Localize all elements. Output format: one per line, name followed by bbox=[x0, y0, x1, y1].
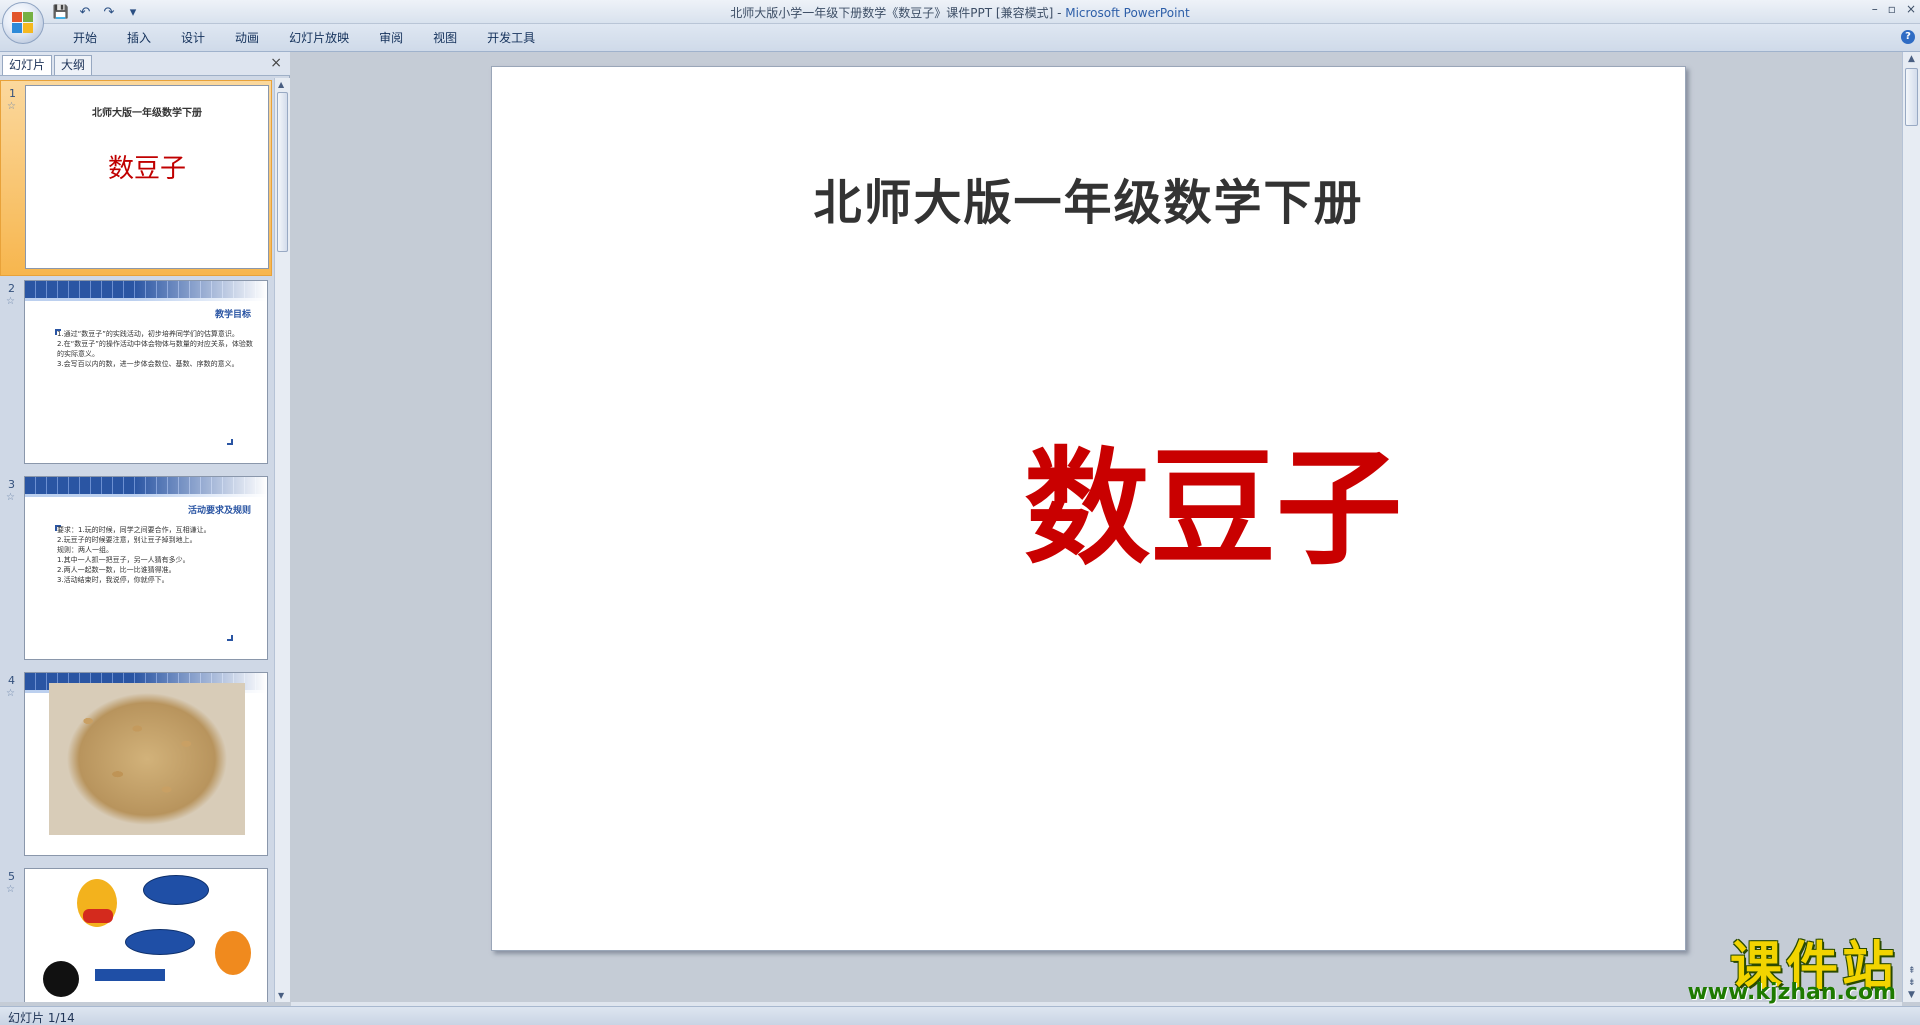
mickey-image bbox=[43, 961, 79, 997]
tigger-image bbox=[215, 931, 251, 975]
slide-thumbnail[interactable]: 教学目标 1.通过“数豆子”的实践活动，初步培养同学们的估算意识。 2.在“数豆… bbox=[24, 280, 268, 464]
thumb-line: 2.玩豆子的时候要注意，别让豆子掉到地上。 bbox=[57, 536, 197, 544]
animation-star-icon: ☆ bbox=[7, 101, 16, 112]
thumbnail-row[interactable]: 2 ☆ 教学目标 1.通过“数豆子”的实践活动，初步培养同学们的估算意识。 2.… bbox=[0, 276, 272, 472]
pooh-shirt-image bbox=[83, 909, 113, 923]
slide-main-text[interactable]: 数豆子 bbox=[492, 407, 1402, 589]
tab-review[interactable]: 审阅 bbox=[364, 29, 418, 47]
slide-number: 2 bbox=[8, 282, 15, 295]
thumb-line: 3.活动结束时，我说停，你就停下。 bbox=[57, 576, 169, 584]
next-slide-icon[interactable]: ⇟ bbox=[1908, 978, 1916, 988]
restore-button[interactable]: ▫ bbox=[1888, 2, 1896, 16]
slide-number: 3 bbox=[8, 478, 15, 491]
slide-number: 5 bbox=[8, 870, 15, 883]
current-slide[interactable]: 北师大版一年级数学下册 数豆子 bbox=[491, 66, 1686, 951]
title-bar: 💾 ↶ ↷ ▾ 北师大版小学一年级下册数学《数豆子》课件PPT [兼容模式] -… bbox=[0, 0, 1920, 24]
slide-thumbnail[interactable]: 活动要求及规则 要求：1.玩的时候，同学之间要合作，互相谦让。 2.玩豆子的时候… bbox=[24, 476, 268, 660]
watermark-url: www.kjzhan.com bbox=[1687, 980, 1896, 1005]
animation-star-icon: ☆ bbox=[6, 884, 15, 895]
close-button[interactable]: × bbox=[1906, 2, 1916, 16]
slide-title[interactable]: 北师大版一年级数学下册 bbox=[492, 163, 1685, 233]
thumb-line: 规则：两人一组。 bbox=[57, 546, 113, 554]
tab-slideshow[interactable]: 幻灯片放映 bbox=[274, 29, 364, 47]
panel-tabs: 幻灯片 大纲 × bbox=[0, 52, 290, 76]
thumb-heading: 活动要求及规则 bbox=[187, 506, 251, 516]
office-logo-icon bbox=[12, 12, 34, 34]
scroll-thumb[interactable] bbox=[1905, 68, 1918, 126]
scroll-up-icon[interactable]: ▲ bbox=[1908, 54, 1915, 64]
scroll-up-icon[interactable]: ▲ bbox=[278, 80, 284, 89]
thumb-heading: 教学目标 bbox=[214, 310, 251, 320]
thumbnail-scrollbar[interactable]: ▲ ▼ bbox=[274, 78, 290, 1002]
thumb-body: 1.通过“数豆子”的实践活动，初步培养同学们的估算意识。 2.在“数豆子”的操作… bbox=[57, 329, 253, 369]
thumb-body: 要求：1.玩的时候，同学之间要合作，互相谦让。 2.玩豆子的时候要注意，别让豆子… bbox=[57, 525, 253, 585]
thumb-line: 1.其中一人抓一把豆子，另一人猜有多少。 bbox=[57, 556, 190, 564]
slide-thumbnail[interactable] bbox=[24, 868, 268, 1002]
thumbnail-list: 1 ☆ 北师大版一年级数学下册 数豆子 2 ☆ 教学目标 1.通过“数豆子”的实… bbox=[0, 78, 272, 1002]
slide-counter: 幻灯片 1/14 bbox=[8, 1011, 75, 1025]
thumbnail-row[interactable]: 5 ☆ bbox=[0, 864, 272, 1002]
bracket-decoration bbox=[227, 439, 233, 445]
window-controls: – ▫ × bbox=[1872, 2, 1916, 16]
window-title: 北师大版小学一年级下册数学《数豆子》课件PPT [兼容模式] - Microso… bbox=[0, 4, 1920, 21]
thumb-line: 1.通过“数豆子”的实践活动，初步培养同学们的估算意识。 bbox=[57, 330, 239, 338]
thumb-line: 2.两人一起数一数，比一比谁猜得准。 bbox=[57, 566, 176, 574]
thumb-main-text: 数豆子 bbox=[107, 154, 186, 184]
tab-outline[interactable]: 大纲 bbox=[54, 55, 93, 75]
tab-slides[interactable]: 幻灯片 bbox=[2, 55, 53, 75]
tab-view[interactable]: 视图 bbox=[418, 29, 472, 47]
slide-thumbnail[interactable]: 北师大版一年级数学下册 数豆子 bbox=[25, 85, 269, 269]
animation-star-icon: ☆ bbox=[6, 688, 15, 699]
slide-banner bbox=[25, 477, 267, 497]
bracket-decoration bbox=[227, 635, 233, 641]
document-title: 北师大版小学一年级下册数学《数豆子》课件PPT [兼容模式] - bbox=[730, 6, 1066, 20]
thumb-line: 2.在“数豆子”的操作活动中体会物体与数量的对应关系，体验数的实际意义。 bbox=[57, 340, 253, 358]
text-box bbox=[95, 969, 165, 981]
speech-bubble bbox=[143, 875, 209, 905]
tab-home[interactable]: 开始 bbox=[58, 29, 112, 47]
slide-editor: 北师大版一年级数学下册 数豆子 bbox=[291, 52, 1900, 1002]
office-button[interactable] bbox=[2, 2, 44, 44]
tab-animations[interactable]: 动画 bbox=[220, 29, 274, 47]
scroll-thumb[interactable] bbox=[277, 92, 288, 252]
beans-image bbox=[49, 683, 245, 835]
slide-thumbnail[interactable] bbox=[24, 672, 268, 856]
previous-slide-icon[interactable]: ⇞ bbox=[1908, 966, 1916, 976]
slides-panel: 幻灯片 大纲 × 1 ☆ 北师大版一年级数学下册 数豆子 2 ☆ 教学目标 1.… bbox=[0, 52, 290, 1002]
tab-insert[interactable]: 插入 bbox=[112, 29, 166, 47]
help-icon[interactable]: ? bbox=[1901, 30, 1915, 44]
thumb-title: 北师大版一年级数学下册 bbox=[92, 108, 202, 119]
thumbnail-row[interactable]: 4 ☆ bbox=[0, 668, 272, 864]
slide-number: 1 bbox=[9, 87, 16, 100]
tab-developer[interactable]: 开发工具 bbox=[472, 29, 550, 47]
thumb-line: 要求：1.玩的时候，同学之间要合作，互相谦让。 bbox=[57, 526, 211, 534]
animation-star-icon: ☆ bbox=[6, 492, 15, 503]
tab-design[interactable]: 设计 bbox=[166, 29, 220, 47]
status-bar: 幻灯片 1/14 bbox=[0, 1006, 1920, 1025]
thumb-line: 3.会写百以内的数，进一步体会数位、基数、序数的意义。 bbox=[57, 360, 239, 368]
slide-banner bbox=[25, 281, 267, 301]
app-name: Microsoft PowerPoint bbox=[1065, 6, 1190, 20]
scroll-down-icon[interactable]: ▼ bbox=[1908, 990, 1915, 1000]
animation-star-icon: ☆ bbox=[6, 296, 15, 307]
speech-bubble bbox=[125, 929, 195, 955]
close-panel-icon[interactable]: × bbox=[270, 55, 282, 71]
minimize-button[interactable]: – bbox=[1872, 2, 1878, 16]
editor-scrollbar[interactable]: ▲ ⇞ ⇟ ▼ bbox=[1902, 52, 1920, 1002]
thumbnail-row[interactable]: 3 ☆ 活动要求及规则 要求：1.玩的时候，同学之间要合作，互相谦让。 2.玩豆… bbox=[0, 472, 272, 668]
ribbon-tabs: 开始 插入 设计 动画 幻灯片放映 审阅 视图 开发工具 ? bbox=[0, 24, 1920, 52]
slide-number: 4 bbox=[8, 674, 15, 687]
watermark-logo: 课件站 www.kjzhan.com bbox=[1658, 924, 1898, 1008]
scroll-down-icon[interactable]: ▼ bbox=[278, 991, 284, 1000]
thumbnail-row[interactable]: 1 ☆ 北师大版一年级数学下册 数豆子 bbox=[0, 80, 272, 276]
